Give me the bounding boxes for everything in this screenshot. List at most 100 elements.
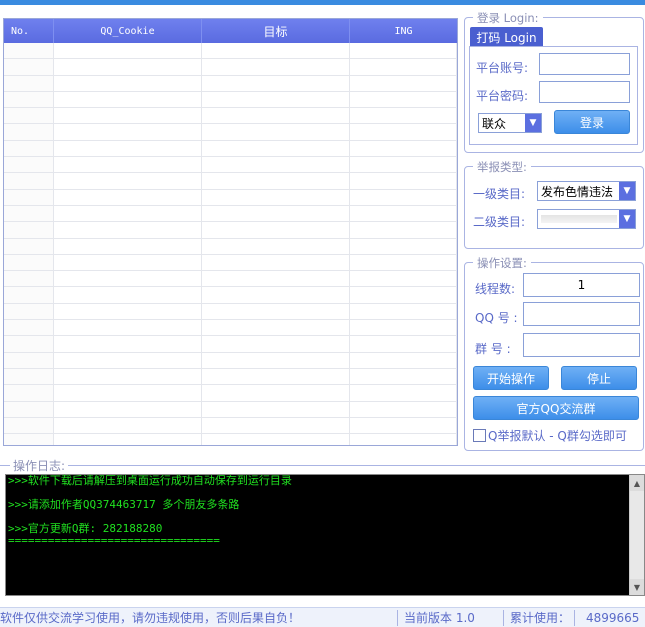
column-header-ing[interactable]: ING [350, 19, 457, 43]
account-table[interactable]: No. QQ_Cookie 目标 ING [3, 18, 458, 446]
platform-select[interactable]: 联众 ▼ [478, 113, 542, 133]
table-row[interactable] [4, 205, 457, 223]
table-row[interactable] [4, 401, 457, 418]
table-cell [202, 140, 350, 157]
table-row[interactable] [4, 303, 457, 321]
table-row[interactable] [4, 91, 457, 109]
table-cell [54, 75, 202, 91]
column-header-target[interactable]: 目标 [202, 19, 350, 43]
tab-captcha-login[interactable]: 打码 Login [470, 27, 543, 47]
scroll-down-icon[interactable]: ▼ [630, 579, 644, 595]
table-cell [4, 352, 54, 368]
table-cell [54, 238, 202, 254]
table-cell [54, 352, 202, 368]
table-cell [54, 222, 202, 238]
table-cell [54, 401, 202, 417]
chevron-down-icon[interactable]: ▼ [619, 182, 635, 200]
table-row[interactable] [4, 368, 457, 386]
table-cell [350, 434, 457, 445]
chevron-down-icon[interactable]: ▼ [619, 210, 635, 228]
level2-select[interactable]: ▼ [537, 209, 636, 229]
table-row[interactable] [4, 254, 457, 272]
status-usage-label: 累计使用： [510, 611, 571, 625]
group-number-input[interactable] [523, 333, 640, 357]
status-usage-count: 4899665 [586, 610, 640, 625]
table-row[interactable] [4, 336, 457, 353]
table-cell [4, 91, 54, 108]
table-cell [350, 124, 457, 140]
table-cell [202, 368, 350, 385]
table-cell [350, 336, 457, 352]
table-row[interactable] [4, 320, 457, 337]
level1-select-value: 发布色情违法 [541, 184, 614, 199]
table-cell [54, 205, 202, 222]
table-cell [54, 124, 202, 140]
table-cell [4, 368, 54, 385]
log-console[interactable]: >>>软件下载后请解压到桌面运行成功自动保存到运行目录 >>>请添加作者QQ374… [5, 474, 645, 596]
table-row[interactable] [4, 222, 457, 239]
table-row[interactable] [4, 352, 457, 369]
table-row[interactable] [4, 140, 457, 158]
report-type-legend: 举报类型: [473, 159, 531, 175]
log-line: >>>请添加作者QQ374463717 多个朋友多条路 [8, 498, 240, 511]
table-cell [202, 287, 350, 303]
chevron-down-icon[interactable]: ▼ [525, 114, 541, 132]
table-cell [350, 287, 457, 303]
level1-select[interactable]: 发布色情违法 ▼ [537, 181, 636, 201]
table-cell [350, 385, 457, 401]
table-cell [202, 238, 350, 254]
column-header-no[interactable]: No. [4, 19, 54, 43]
qq-number-input[interactable] [523, 302, 640, 326]
table-header: No. QQ_Cookie 目标 ING [4, 19, 457, 43]
log-scrollbar[interactable]: ▲ ▼ [629, 475, 644, 595]
group-number-label: 群 号 : [475, 342, 511, 356]
table-row[interactable] [4, 108, 457, 125]
table-cell [4, 75, 54, 91]
table-row[interactable] [4, 189, 457, 206]
status-separator [574, 610, 575, 626]
column-header-cookie[interactable]: QQ_Cookie [54, 19, 202, 43]
table-cell [4, 401, 54, 417]
threads-input[interactable]: 1 [523, 273, 640, 297]
table-cell [54, 108, 202, 124]
stop-button[interactable]: 停止 [561, 366, 637, 390]
table-row[interactable] [4, 157, 457, 174]
table-cell [54, 287, 202, 303]
table-cell [4, 303, 54, 320]
table-cell [54, 336, 202, 352]
table-cell [350, 352, 457, 368]
table-row[interactable] [4, 238, 457, 255]
table-cell [54, 173, 202, 189]
official-group-button[interactable]: 官方QQ交流群 [473, 396, 639, 420]
table-cell [202, 173, 350, 189]
table-row[interactable] [4, 385, 457, 402]
table-row[interactable] [4, 287, 457, 304]
table-cell [350, 368, 457, 385]
table-cell [4, 385, 54, 401]
table-cell [4, 238, 54, 254]
report-default-checkbox-label: Q举报默认 - Q群勾选即可 [488, 429, 627, 443]
table-body [4, 43, 457, 445]
table-row[interactable] [4, 417, 457, 435]
table-row[interactable] [4, 59, 457, 76]
table-cell [4, 189, 54, 205]
scroll-up-icon[interactable]: ▲ [630, 475, 644, 491]
table-row[interactable] [4, 124, 457, 141]
table-cell [4, 205, 54, 222]
table-cell [202, 91, 350, 108]
status-notice: 软件仅供交流学习使用，请勿违规使用，否则后果自负！ [0, 611, 301, 625]
report-default-checkbox[interactable] [473, 429, 486, 442]
start-button[interactable]: 开始操作 [473, 366, 549, 390]
table-cell [4, 59, 54, 75]
table-row[interactable] [4, 43, 457, 60]
table-row[interactable] [4, 173, 457, 190]
table-row[interactable] [4, 271, 457, 288]
table-row[interactable] [4, 75, 457, 92]
table-cell [350, 205, 457, 222]
table-cell [202, 124, 350, 140]
report-default-checkbox-row[interactable]: Q举报默认 - Q群勾选即可 [473, 427, 627, 444]
login-button[interactable]: 登录 [554, 110, 630, 134]
table-row[interactable] [4, 434, 457, 445]
account-input[interactable] [539, 53, 630, 75]
password-input[interactable] [539, 81, 630, 103]
